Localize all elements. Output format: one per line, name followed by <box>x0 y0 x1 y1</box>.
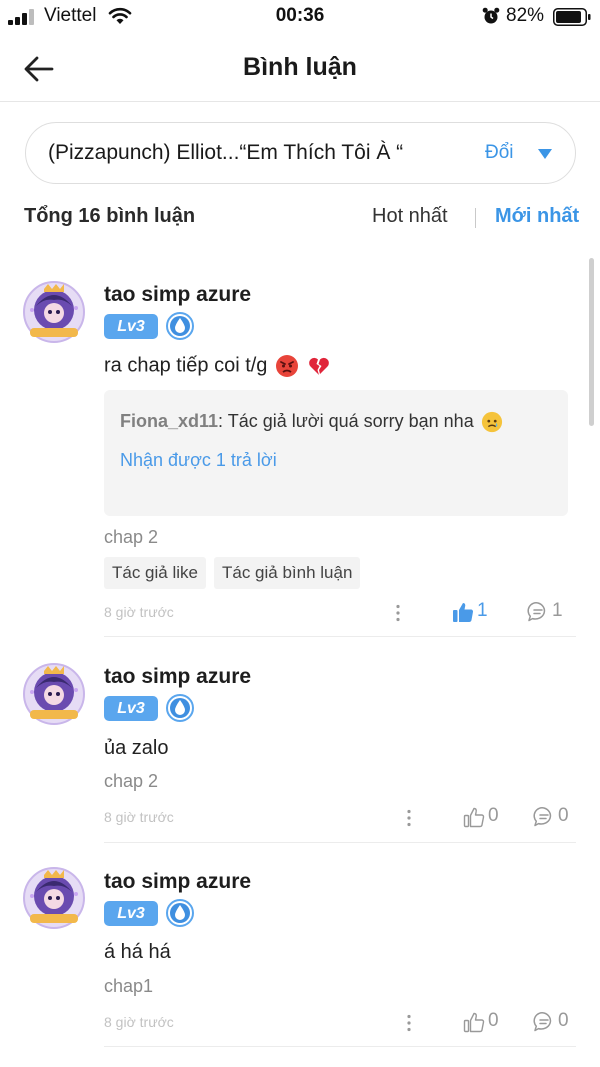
like-count: 1 <box>477 600 488 621</box>
water-drop-badge-icon <box>166 899 194 927</box>
user-avatar[interactable] <box>22 280 86 344</box>
reply-text: : Tác giả lười quá sorry bạn nha <box>218 411 474 431</box>
sad-face-emoji-icon <box>481 412 502 433</box>
comments-summary: Tổng 16 bình luận Hot nhất Mới nhất <box>0 204 600 232</box>
comment-body: ra chap tiếp coi t/g <box>104 354 268 377</box>
battery-percentage: 82% <box>506 5 545 26</box>
comment-separator <box>104 842 576 843</box>
chapter-label: chap 2 <box>104 771 159 791</box>
broken-heart-emoji-icon <box>308 357 329 375</box>
change-chapter-button[interactable]: Đổi <box>485 142 514 164</box>
water-drop-badge-icon <box>166 312 194 340</box>
more-options-icon[interactable] <box>399 1013 419 1033</box>
reply-preview[interactable]: Fiona_xd11: Tác giả lười quá sorry bạn n… <box>104 390 568 516</box>
reply-count: 0 <box>558 805 569 826</box>
comment-bubble-icon <box>533 1012 552 1032</box>
thumbs-up-outline-icon <box>463 807 485 828</box>
comment-time: 8 giờ trước <box>104 809 174 825</box>
comment-text: á há há <box>104 941 171 963</box>
comment-text: ủa zalo <box>104 737 169 759</box>
username[interactable]: tao simp azure <box>104 665 251 689</box>
scrollbar[interactable] <box>589 258 594 426</box>
thumbs-up-outline-icon <box>463 1012 485 1033</box>
comment-time: 8 giờ trước <box>104 1014 174 1030</box>
header: Bình luận <box>0 36 600 102</box>
comment-separator <box>104 636 576 637</box>
level-badge: Lv3 <box>104 901 158 926</box>
comment-time: 8 giờ trước <box>104 604 174 620</box>
chapter-label: chap 2 <box>104 527 159 547</box>
alarm-clock-icon <box>482 7 500 24</box>
sort-divider <box>475 208 476 228</box>
sort-hot-tab[interactable]: Hot nhất <box>372 205 448 228</box>
chapter-title: (Pizzapunch) Elliot...“Em Thích Tôi À “ <box>48 141 404 164</box>
user-avatar[interactable] <box>22 866 86 930</box>
battery-icon <box>553 8 591 26</box>
chapter-label: chap1 <box>104 976 154 996</box>
thumbs-up-filled-icon <box>453 603 474 623</box>
reply-count: 1 <box>552 600 563 621</box>
comment-separator <box>104 1046 576 1047</box>
username[interactable]: tao simp azure <box>104 283 251 307</box>
reply-count-link[interactable]: Nhận được 1 trả lời <box>120 450 277 471</box>
angry-face-emoji-icon <box>276 355 298 377</box>
like-count: 0 <box>488 805 499 826</box>
like-count: 0 <box>488 1010 499 1031</box>
sort-newest-tab[interactable]: Mới nhất <box>495 205 579 228</box>
total-comment-count: Tổng 16 bình luận <box>24 205 196 227</box>
author-liked-tag: Tác giả like <box>104 557 206 589</box>
reply-count: 0 <box>558 1010 569 1031</box>
status-bar: Viettel 00:36 82% <box>0 0 600 34</box>
username[interactable]: tao simp azure <box>104 870 251 894</box>
comment-bubble-icon <box>533 807 552 827</box>
comment-text: ra chap tiếp coi t/g <box>104 354 331 378</box>
chapter-selector[interactable]: (Pizzapunch) Elliot...“Em Thích Tôi À “ … <box>25 122 576 184</box>
level-badge: Lv3 <box>104 314 158 339</box>
more-options-icon[interactable] <box>388 603 408 623</box>
caret-down-icon[interactable] <box>537 148 553 160</box>
user-avatar[interactable] <box>22 662 86 726</box>
more-options-icon[interactable] <box>399 808 419 828</box>
reply-username[interactable]: Fiona_xd11 <box>120 411 218 431</box>
reply-line: Fiona_xd11: Tác giả lười quá sorry bạn n… <box>120 411 503 433</box>
author-commented-tag: Tác giả bình luận <box>214 557 361 589</box>
level-badge: Lv3 <box>104 696 158 721</box>
comment-bubble-icon <box>527 602 546 622</box>
page-title: Bình luận <box>243 53 357 81</box>
water-drop-badge-icon <box>166 694 194 722</box>
